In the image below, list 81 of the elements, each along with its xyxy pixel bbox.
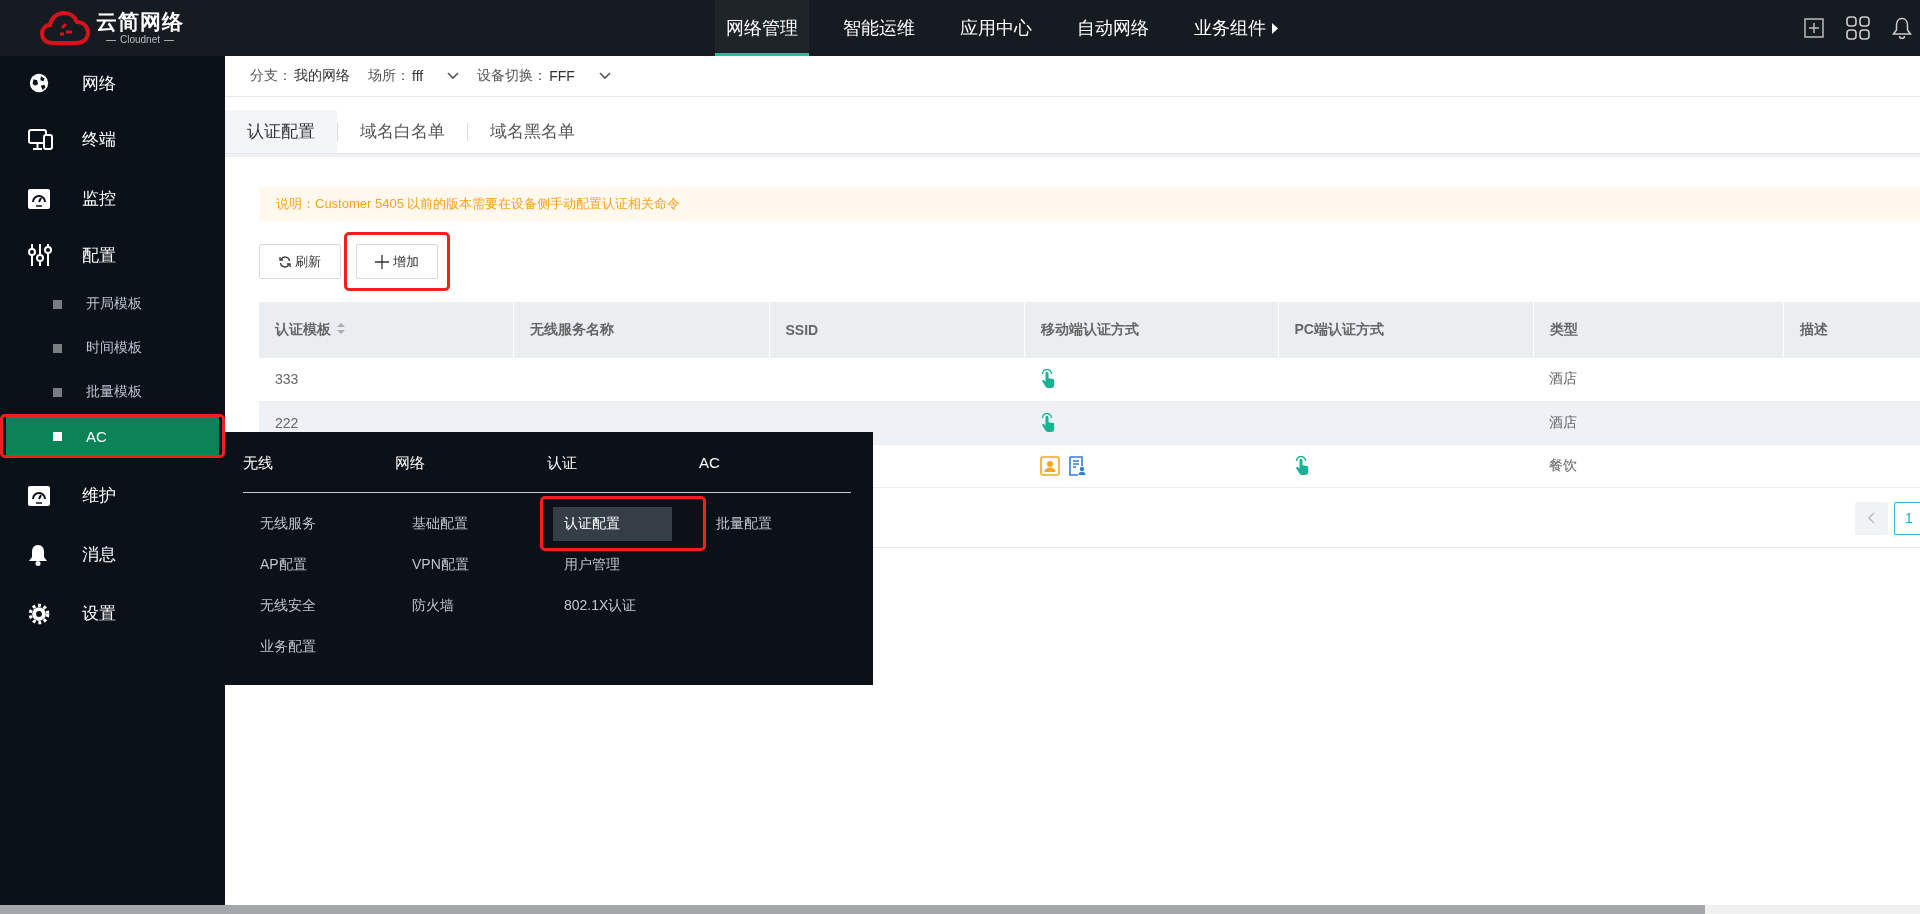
filter-select[interactable]: 场所：fff [368, 67, 460, 85]
hand-icon [1294, 455, 1310, 476]
filter-select[interactable]: 分支：我的网络 [250, 67, 350, 85]
globe-icon [28, 72, 50, 94]
filter-select[interactable]: 设备切换：FFF [477, 67, 611, 85]
menu-heading: 网络 [395, 453, 426, 473]
table-cell: 酒店 [1549, 413, 1577, 430]
column-header: 移动端认证方式 [1040, 321, 1139, 337]
nav-tab[interactable]: 应用中心 [949, 0, 1043, 56]
square-icon [53, 431, 62, 441]
nav-tab[interactable]: 业务组件 [1183, 0, 1289, 56]
hand-icon [1040, 369, 1056, 390]
sidebar-item[interactable]: 维护 [0, 466, 225, 525]
square-icon [53, 343, 62, 353]
square-icon [53, 387, 62, 397]
tab[interactable]: 域名白名单 [338, 110, 467, 153]
sliders-icon [28, 243, 52, 267]
notice-text: 说明：Customer 5405 以前的版本需要在设备侧手动配置认证相关命令 [259, 187, 1920, 221]
devices-icon [28, 128, 54, 151]
column-header: PC端认证方式 [1294, 321, 1384, 337]
refresh-button[interactable]: 刷新 [259, 244, 341, 279]
nav-tab[interactable]: 网络管理 [715, 0, 809, 56]
table-cell: 333 [275, 371, 299, 388]
person-icon [1040, 455, 1060, 476]
sidebar-item[interactable]: 设置 [0, 584, 225, 643]
menu-heading: 认证 [547, 453, 578, 473]
sidebar-item[interactable]: 监控 [0, 169, 225, 228]
chevron-left-icon [1867, 512, 1876, 524]
column-header: SSID [785, 322, 819, 338]
tab[interactable]: 认证配置 [225, 110, 337, 153]
logo-name: 云简网络 [96, 10, 184, 34]
dashboard-icon [28, 188, 50, 209]
menu-item[interactable]: 批量配置 [705, 506, 824, 541]
menu-item[interactable]: 基础配置 [401, 506, 520, 541]
table-cell: 酒店 [1549, 370, 1577, 387]
add-icon[interactable] [1804, 18, 1824, 38]
table-cell: 餐饮 [1549, 456, 1577, 473]
plus-icon [375, 254, 389, 269]
sidebar-item[interactable]: 消息 [0, 525, 225, 584]
menu-heading: 无线 [243, 453, 274, 473]
menu-item[interactable]: 认证配置 [553, 506, 672, 541]
sidebar-subitem[interactable]: 开局模板 [6, 285, 219, 323]
menu-item[interactable]: 用户管理 [553, 547, 672, 582]
add-button[interactable]: 增加 [356, 244, 438, 279]
hand-icon [1040, 412, 1056, 433]
bell-icon [28, 543, 48, 566]
settings-icon [28, 602, 50, 625]
refresh-icon [279, 255, 291, 268]
menu-item[interactable]: 802.1X认证 [553, 588, 672, 623]
sidebar-item[interactable]: 配置 [0, 228, 225, 282]
column-header: 无线服务名称 [529, 321, 614, 337]
nav-tab[interactable]: 智能运维 [832, 0, 926, 56]
column-header: 认证模板 [275, 321, 331, 337]
square-icon [53, 299, 62, 309]
menu-item[interactable]: 无线服务 [249, 506, 368, 541]
menu-heading: AC [699, 453, 721, 473]
tab[interactable]: 域名黑名单 [468, 110, 597, 153]
document-icon [1068, 455, 1086, 476]
apps-icon[interactable] [1846, 16, 1870, 40]
menu-item[interactable]: 防火墙 [401, 588, 520, 623]
menu-item[interactable]: 业务配置 [249, 629, 368, 664]
scrollbar-thumb[interactable] [0, 905, 1705, 914]
sidebar-subitem[interactable]: AC [6, 417, 219, 455]
sidebar-subitem[interactable]: 批量模板 [6, 373, 219, 411]
sidebar-item[interactable]: 终端 [0, 110, 225, 169]
column-header: 描述 [1799, 321, 1828, 337]
chevron-down-icon [447, 72, 460, 80]
cloud-logo-icon [40, 10, 90, 46]
dashboard-icon [28, 485, 50, 506]
menu-item[interactable]: 无线安全 [249, 588, 368, 623]
table-cell: 222 [275, 414, 299, 431]
menu-item[interactable]: VPN配置 [401, 547, 520, 582]
sidebar-item[interactable]: 网络 [0, 56, 225, 110]
bell-icon[interactable] [1892, 17, 1912, 39]
nav-tab[interactable]: 自动网络 [1066, 0, 1160, 56]
logo-tagline: Cloudnet [106, 34, 174, 46]
caret-icon [1272, 22, 1278, 34]
sidebar-subitem[interactable]: 时间模板 [6, 329, 219, 367]
menu-item[interactable]: AP配置 [249, 547, 368, 582]
column-header: 类型 [1549, 321, 1578, 337]
chevron-down-icon [598, 72, 611, 80]
